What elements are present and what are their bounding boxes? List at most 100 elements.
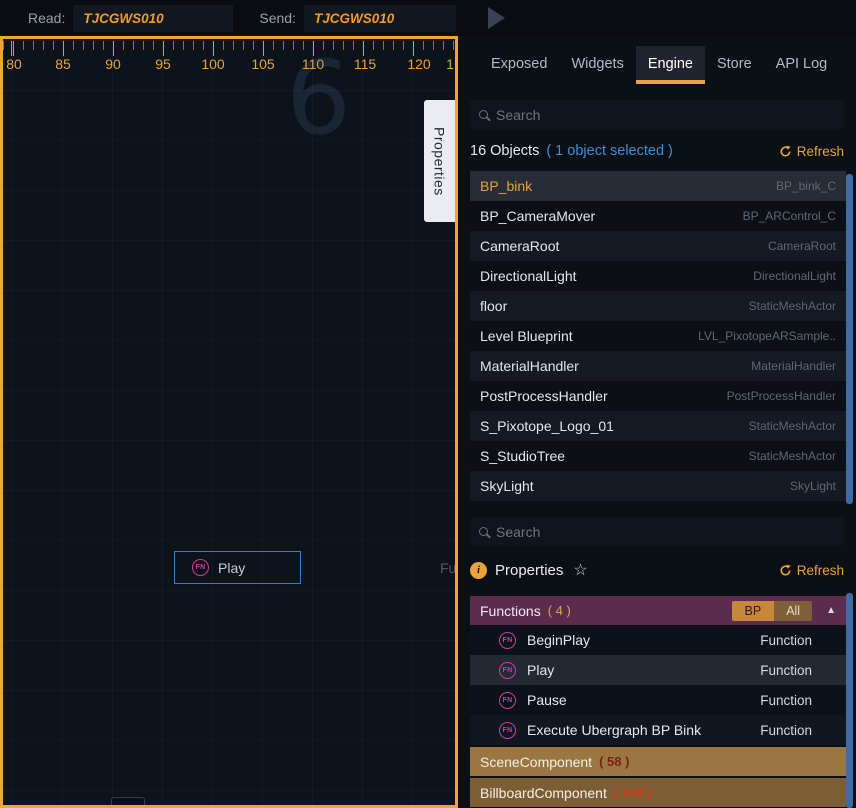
object-row[interactable]: BP_CameraMover BP_ARControl_C: [470, 201, 846, 231]
function-list: FN BeginPlay Function FN Play Function F…: [470, 625, 846, 745]
object-type: BP_ARControl_C: [743, 209, 836, 223]
function-type: Function: [760, 633, 812, 648]
object-row[interactable]: Level Blueprint LVL_PixotopeARSample..: [470, 321, 846, 351]
section-count: ( 308 ): [614, 785, 652, 800]
tab-store[interactable]: Store: [705, 46, 764, 84]
object-row[interactable]: BP_bink BP_bink_C: [470, 171, 846, 201]
ruler-number: 115: [354, 56, 376, 72]
objects-search-input[interactable]: [496, 107, 835, 123]
object-type: StaticMeshActor: [749, 299, 836, 313]
objects-header: 16 Objects ( 1 object selected ) Refresh: [470, 143, 844, 159]
object-row[interactable]: PostProcessHandler PostProcessHandler: [470, 381, 846, 411]
properties-title: Properties: [495, 562, 563, 579]
objects-search[interactable]: [470, 100, 844, 129]
ruler-number: 1: [446, 56, 454, 72]
object-name: SkyLight: [480, 478, 534, 494]
fn-icon: FN: [499, 632, 516, 649]
functions-section-header[interactable]: Functions ( 4 ) BP All ▲: [470, 596, 846, 625]
object-row[interactable]: S_StudioTree StaticMeshActor: [470, 441, 846, 471]
ruler-number: 95: [155, 56, 171, 72]
grid-background: [3, 39, 455, 805]
tab-exposed[interactable]: Exposed: [479, 46, 559, 84]
object-name: DirectionalLight: [480, 268, 577, 284]
collapse-icon[interactable]: ▲: [826, 605, 836, 616]
tab-engine[interactable]: Engine: [636, 46, 705, 84]
function-name: Play: [527, 662, 554, 678]
object-row[interactable]: CameraRoot CameraRoot: [470, 231, 846, 261]
send-label: Send:: [259, 10, 296, 26]
properties-side-tab-label: Properties: [432, 127, 448, 196]
fn-icon: FN: [499, 692, 516, 709]
object-list-scrollbar[interactable]: [846, 174, 853, 504]
ruler-number: 90: [105, 56, 121, 72]
fn-icon: FN: [192, 559, 209, 576]
object-row[interactable]: SkyLight SkyLight: [470, 471, 846, 501]
section-title: BillboardComponent: [480, 785, 607, 801]
properties-search[interactable]: [470, 517, 844, 546]
properties-header: i Properties ☆ Refresh: [470, 560, 844, 580]
properties-search-input[interactable]: [496, 524, 835, 540]
properties-scrollbar[interactable]: [846, 593, 853, 808]
graph-viewport[interactable]: 80 85 90 95 100 105 110 115 120 1 6 Prop…: [0, 36, 458, 808]
play-function-node[interactable]: FN Play: [174, 551, 301, 584]
properties-side-tab[interactable]: Properties: [424, 100, 455, 222]
function-ghost-label: Func: [440, 560, 458, 576]
tab-widgets[interactable]: Widgets: [559, 46, 635, 84]
object-name: MaterialHandler: [480, 358, 579, 374]
ruler-number: 120: [407, 56, 430, 72]
fn-icon: FN: [499, 722, 516, 739]
ruler-number: 105: [251, 56, 274, 72]
object-type: LVL_PixotopeARSample..: [698, 329, 836, 343]
search-icon: [479, 110, 488, 119]
fn-icon: FN: [499, 662, 516, 679]
info-icon[interactable]: i: [470, 562, 487, 579]
object-row[interactable]: S_Pixotope_Logo_01 StaticMeshActor: [470, 411, 846, 441]
play-node-label: Play: [218, 560, 245, 576]
function-row[interactable]: FN Execute Ubergraph BP Bink Function: [470, 715, 846, 745]
read-label: Read:: [28, 10, 65, 26]
object-name: BP_CameraMover: [480, 208, 595, 224]
function-name: Execute Ubergraph BP Bink: [527, 722, 701, 738]
play-icon[interactable]: [488, 7, 505, 29]
ruler-ticks-major: [3, 41, 455, 56]
send-input[interactable]: [304, 5, 456, 32]
top-bar: Read: Send:: [0, 0, 856, 36]
refresh-label: Refresh: [797, 144, 844, 159]
read-input[interactable]: [73, 5, 233, 32]
objects-count: 16 Objects: [470, 143, 539, 159]
object-type: StaticMeshActor: [749, 419, 836, 433]
object-row[interactable]: DirectionalLight DirectionalLight: [470, 261, 846, 291]
object-row[interactable]: floor StaticMeshActor: [470, 291, 846, 321]
function-row[interactable]: FN Play Function: [470, 655, 846, 685]
section-title: SceneComponent: [480, 754, 592, 770]
object-name: BP_bink: [480, 178, 532, 194]
function-row[interactable]: FN Pause Function: [470, 685, 846, 715]
panel-tabs: Exposed Widgets Engine Store API Log: [458, 36, 856, 84]
billboardcomponent-header[interactable]: BillboardComponent ( 308 ): [470, 778, 846, 807]
refresh-label: Refresh: [797, 563, 844, 578]
object-type: PostProcessHandler: [727, 389, 836, 403]
object-row[interactable]: MaterialHandler MaterialHandler: [470, 351, 846, 381]
bp-filter-button[interactable]: BP: [732, 601, 775, 621]
object-type: BP_bink_C: [776, 179, 836, 193]
star-icon[interactable]: ☆: [573, 560, 587, 580]
object-name: S_Pixotope_Logo_01: [480, 418, 614, 434]
engine-panel: Exposed Widgets Engine Store API Log 16 …: [458, 36, 856, 808]
properties-refresh-button[interactable]: Refresh: [779, 563, 844, 578]
functions-title: Functions: [480, 603, 541, 619]
object-type: MaterialHandler: [751, 359, 836, 373]
scenecomponent-header[interactable]: SceneComponent ( 58 ): [470, 747, 846, 776]
tab-api-log[interactable]: API Log: [764, 46, 840, 84]
partial-node[interactable]: [111, 797, 145, 808]
filter-segmented-control: BP All: [732, 601, 813, 621]
function-row[interactable]: FN BeginPlay Function: [470, 625, 846, 655]
refresh-button[interactable]: Refresh: [779, 144, 844, 159]
all-filter-button[interactable]: All: [774, 601, 812, 621]
search-icon: [479, 527, 488, 536]
object-type: DirectionalLight: [753, 269, 836, 283]
section-count: ( 58 ): [599, 754, 629, 769]
object-type: StaticMeshActor: [749, 449, 836, 463]
object-type: SkyLight: [790, 479, 836, 493]
objects-selected-count[interactable]: ( 1 object selected ): [546, 143, 673, 159]
functions-count: ( 4 ): [548, 603, 571, 618]
